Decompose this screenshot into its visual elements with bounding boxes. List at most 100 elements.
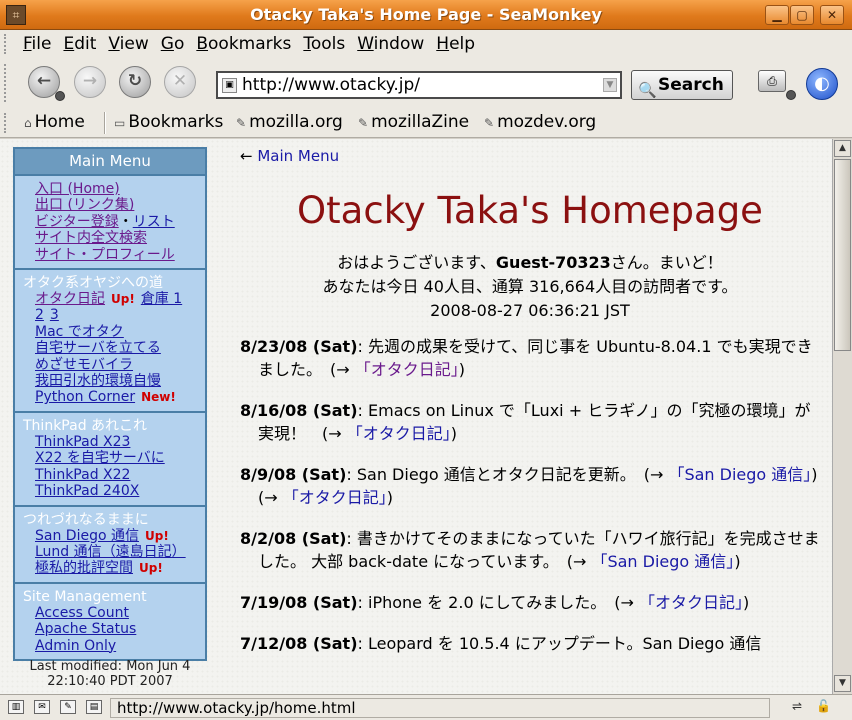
up-badge: Up! [111,292,135,307]
bookmarks-folder[interactable]: ▭ Bookmarks [114,112,223,132]
link-mobiler[interactable]: めざせモバイラ [35,357,205,373]
url-input[interactable] [242,75,602,95]
guest-name: Guest-70323 [495,253,611,272]
address-bar[interactable]: ▣ ▼ [216,71,622,99]
menu-file[interactable]: File [22,34,57,54]
toolbar-grip[interactable] [4,113,10,133]
reload-button[interactable]: ↻ [119,66,151,98]
print-dropdown[interactable] [786,90,796,100]
mail-icon[interactable]: ✉ [34,700,50,714]
link-access-count[interactable]: Access Count [35,605,205,621]
seamonkey-throbber-icon[interactable]: ◐ [806,68,838,100]
menu-window[interactable]: Window [356,34,430,54]
menu-edit[interactable]: Edit [62,34,102,54]
news-item: 8/9/08 (Sat): San Diego 通信とオタク日記を更新。 (→ … [240,465,832,507]
link-environment[interactable]: 我田引水的環境自慢 [35,373,205,389]
address-book-icon[interactable]: ▤ [86,700,102,714]
greeting: おはようございます、Guest-70323さん。まいど！ あなたは今日 40人目… [240,251,820,323]
link-warehouse-1[interactable]: 倉庫 1 [141,291,182,307]
link-warehouse-3[interactable]: 3 [50,307,59,323]
main-column: ← Main Menu Otacky Taka's Homepage おはようご… [240,147,832,653]
toolbar-grip[interactable] [4,34,10,54]
last-modified: Last modified: Mon Jun 4 22:10:40 PDT 20… [29,659,191,689]
news-link[interactable]: 「オタク日記」 [355,360,459,379]
printer-icon: ⎙ [767,74,777,88]
up-badge: Up! [144,528,169,543]
stop-button[interactable]: ✕ [164,66,196,98]
news-item: 7/12/08 (Sat): Leopard を 10.5.4 にアップデート。… [240,634,762,653]
menu-view[interactable]: View [107,34,154,54]
side-menu-header: Main Menu [13,147,207,176]
link-mac[interactable]: Mac でオタク [35,324,205,340]
search-button[interactable]: 🔍 Search [631,70,733,100]
link-exit[interactable]: 出口 (リンク集) [35,197,205,213]
news-link[interactable]: 「オタク日記」 [639,593,743,612]
link-apache-status[interactable]: Apache Status [35,621,205,637]
composer-icon[interactable]: ✎ [60,700,76,714]
window-title: Otacky Taka's Home Page - SeaMonkey [250,5,602,24]
section-title: ThinkPad あれこれ [23,417,148,434]
bookmark-mozillazine[interactable]: ✎ mozillaZine [358,112,469,132]
section-title: つれづれなるままに [23,511,149,528]
news-link[interactable]: 「San Diego 通信」 [591,552,734,571]
link-home-server[interactable]: 自宅サーバを立てる [35,340,205,356]
link-site-profile[interactable]: サイト・プロフィール [35,247,205,263]
menu-go[interactable]: Go [160,34,191,54]
reload-icon: ↻ [127,71,143,91]
page-content: Main Menu 入口 (Home) 出口 (リンク集) ビジター登録・リスト… [0,139,832,694]
news-link[interactable]: 「San Diego 通信」 [668,465,811,484]
vertical-scrollbar[interactable]: ▲ ▼ [832,139,852,694]
link-home[interactable]: 入口 (Home) [35,181,205,197]
home-button[interactable]: ⌂ Home [24,112,85,132]
link-thinkpad-240x[interactable]: ThinkPad 240X [35,483,205,499]
print-button[interactable]: ⎙ [758,70,786,92]
link-python-corner[interactable]: Python Corner [35,389,135,405]
link-thinkpad-x22[interactable]: ThinkPad X22 [35,467,205,483]
toolbar-grip[interactable] [4,64,10,102]
forward-arrow-icon: → [82,71,98,91]
online-status-icon[interactable]: ⇌ [784,699,810,715]
link-x22-server[interactable]: X22 を自宅サーバに [35,450,205,466]
link-lund[interactable]: Lund 通信（遠島日記） [35,544,205,560]
menu-help[interactable]: Help [435,34,481,54]
news-item: 8/23/08 (Sat): 先週の成果を受けて、同じ事を Ubuntu-8.0… [240,337,813,379]
news-list: 8/23/08 (Sat): 先週の成果を受けて、同じ事を Ubuntu-8.0… [240,335,832,673]
bookmark-icon: ✎ [484,116,495,130]
site-favicon-icon: ▣ [222,78,237,93]
news-link[interactable]: 「オタク日記」 [283,488,387,507]
side-menu: Main Menu 入口 (Home) 出口 (リンク集) ビジター登録・リスト… [13,147,207,661]
scroll-thumb[interactable] [834,159,851,351]
menu-bookmarks[interactable]: Bookmarks [195,34,297,54]
side-section-management: Site Management Access Count Apache Stat… [13,583,207,661]
link-visitor-list[interactable]: リスト [133,214,175,230]
close-button[interactable]: ✕ [820,5,844,25]
stop-icon: ✕ [172,71,188,91]
scroll-up-button[interactable]: ▲ [834,140,851,157]
main-menu-link[interactable]: Main Menu [257,147,339,165]
up-badge: Up! [139,561,163,576]
link-thinkpad-x23[interactable]: ThinkPad X23 [35,434,205,450]
link-site-search[interactable]: サイト内全文検索 [35,230,205,246]
navigator-icon[interactable]: ▥ [8,700,24,714]
page-title: Otacky Taka's Homepage [297,189,763,232]
news-item: 8/16/08 (Sat): Emacs on Linux で「Luxi + ヒ… [240,401,811,443]
link-otaku-diary[interactable]: オタク日記 [35,291,105,307]
minimize-button[interactable]: ▁ [765,5,789,25]
status-bar: ▥ ✉ ✎ ▤ http://www.otacky.jp/home.html ⇌… [0,694,852,720]
url-history-dropdown[interactable]: ▼ [603,78,617,92]
bookmark-mozilla-org[interactable]: ✎ mozilla.org [236,112,343,132]
link-warehouse-2[interactable]: 2 [35,307,44,323]
menu-tools[interactable]: Tools [302,34,351,54]
link-visitor-register[interactable]: ビジター登録 [35,214,119,230]
link-critique[interactable]: 極私的批評空間 [35,560,133,576]
bookmark-mozdev-org[interactable]: ✎ mozdev.org [484,112,596,132]
side-section-essays: つれづれなるままに San Diego 通信 Up! Lund 通信（遠島日記）… [13,506,207,584]
maximize-button[interactable]: ▢ [790,5,814,25]
link-admin-only[interactable]: Admin Only [35,638,205,654]
scroll-down-button[interactable]: ▼ [834,675,851,692]
bookmark-icon: ✎ [358,116,369,130]
back-history-dropdown[interactable] [55,91,65,101]
news-link[interactable]: 「オタク日記」 [347,424,451,443]
link-san-diego[interactable]: San Diego 通信 [35,528,139,544]
forward-button[interactable]: → [74,66,106,98]
